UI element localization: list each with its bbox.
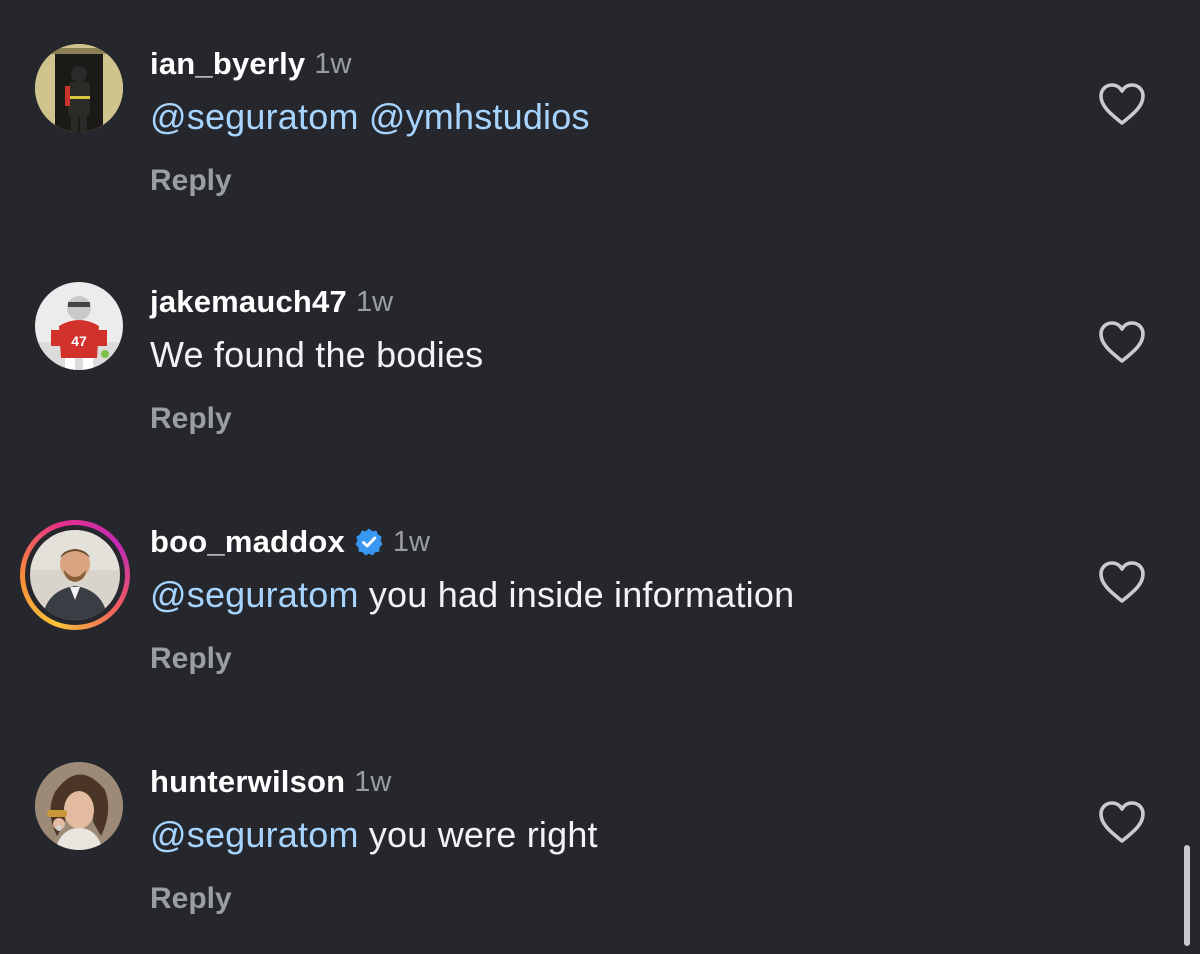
scrollbar[interactable] [1184, 845, 1190, 946]
heart-outline-icon[interactable] [1098, 320, 1146, 364]
comment-item: hunterwilson 1w @seguratom you were righ… [0, 762, 1200, 954]
mention-link[interactable]: @seguratom [150, 96, 359, 137]
comment-header: boo_maddox 1w [150, 522, 430, 562]
username[interactable]: boo_maddox [150, 524, 345, 560]
comment-time: 1w [354, 765, 392, 798]
mention-link[interactable]: @seguratom [150, 574, 359, 615]
avatar-photo-man-eating [35, 762, 123, 850]
mention-link[interactable]: @ymhstudios [369, 96, 590, 137]
comment-header: jakemauch47 1w [150, 282, 393, 322]
comment-header: ian_byerly 1w [150, 44, 351, 84]
username[interactable]: hunterwilson [150, 764, 345, 800]
comment-body: you were right [368, 814, 598, 855]
comment-text: @seguratom you were right [150, 814, 598, 856]
avatar-photo-firefighter [35, 44, 123, 132]
comment-header: hunterwilson 1w [150, 762, 391, 802]
reply-button[interactable]: Reply [150, 642, 232, 676]
comment-text: We found the bodies [150, 334, 483, 376]
heart-outline-icon[interactable] [1098, 800, 1146, 844]
comment-time: 1w [355, 285, 394, 318]
heart-outline-icon[interactable] [1098, 82, 1146, 126]
reply-button[interactable]: Reply [150, 402, 232, 436]
username[interactable]: jakemauch47 [150, 284, 347, 320]
comment-time: 1w [392, 525, 430, 558]
avatar-photo-football-player: 47 [35, 282, 123, 370]
comment-body: you had inside information [368, 574, 795, 615]
username[interactable]: ian_byerly [150, 46, 305, 82]
reply-button[interactable]: Reply [150, 164, 232, 198]
comments-list: ian_byerly 1w @seguratom @ymhstudios Rep… [0, 0, 1200, 954]
comment-text: @seguratom you had inside information [150, 574, 794, 616]
comment-text: @seguratom @ymhstudios [150, 96, 590, 138]
avatar-story-ring[interactable] [20, 520, 130, 630]
comment-item: boo_maddox 1w @seguratom you had inside … [0, 520, 1200, 722]
comment-body: We found the bodies [150, 334, 484, 375]
avatar[interactable]: 47 [35, 282, 123, 370]
svg-text:47: 47 [71, 333, 87, 349]
verified-badge-icon [354, 527, 384, 557]
mention-link[interactable]: @seguratom [150, 814, 359, 855]
comment-time: 1w [314, 47, 352, 80]
avatar[interactable] [35, 44, 123, 132]
reply-button[interactable]: Reply [150, 882, 232, 916]
comment-item: ian_byerly 1w @seguratom @ymhstudios Rep… [0, 44, 1200, 244]
comment-item: 47 jakemauch47 1w We found the bodies Re… [0, 282, 1200, 482]
avatar-photo-man-suit [30, 530, 120, 620]
heart-outline-icon[interactable] [1098, 560, 1146, 604]
avatar[interactable] [35, 762, 123, 850]
